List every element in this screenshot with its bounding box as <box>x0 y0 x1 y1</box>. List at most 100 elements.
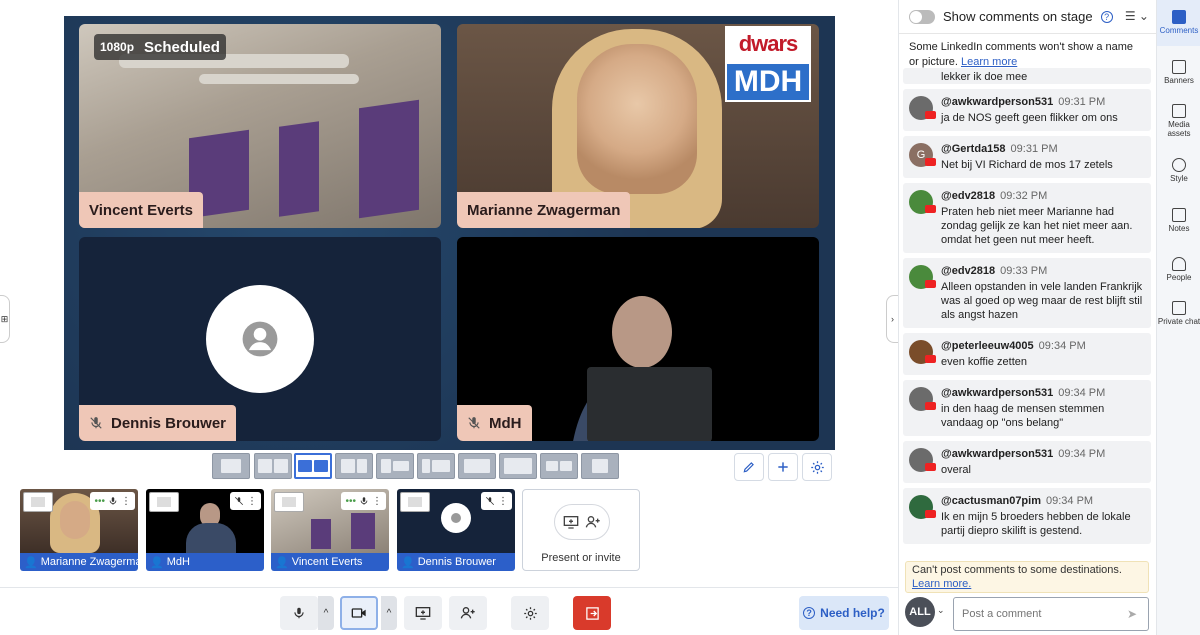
name-tag-label: Vincent Everts <box>89 201 193 219</box>
invite-guest-button[interactable] <box>449 596 487 630</box>
thumb-controls[interactable]: ••• ⋮ <box>341 492 386 510</box>
edit-button[interactable] <box>734 453 764 481</box>
share-screen-button[interactable] <box>404 596 442 630</box>
backstage-thumb[interactable]: ••• ⋮ 👤 Vincent Everts <box>271 489 389 571</box>
comment-item: @edv2818 09:32 PM Praten heb niet meer Ma… <box>903 183 1151 253</box>
warning-learn-more-link[interactable]: Learn more. <box>912 578 971 590</box>
stage-tile-marianne[interactable]: dwars MDH Marianne Zwagerman <box>457 24 819 228</box>
layout-leader-button[interactable] <box>376 453 414 479</box>
comment-user: @awkwardperson531 <box>941 448 1054 460</box>
destination-selector[interactable]: ALL <box>905 597 935 627</box>
sidebar-item-label: Notes <box>1168 224 1190 233</box>
mic-off-icon[interactable] <box>234 496 244 506</box>
layout-single-button[interactable] <box>581 453 619 479</box>
logo-top: dwars <box>725 26 811 62</box>
comment-user: @edv2818 <box>941 265 996 277</box>
mic-icon[interactable] <box>359 496 369 506</box>
comment-input[interactable] <box>953 597 1149 631</box>
bottom-controls: ^ ^ ? Need help? <box>0 587 898 635</box>
stage-settings-button[interactable] <box>802 453 832 481</box>
more-icon[interactable]: ⋮ <box>121 496 131 507</box>
layout-cinema-button[interactable] <box>540 453 578 479</box>
backstage-thumb[interactable]: ⋮ 👤 MdH <box>146 489 264 571</box>
comment-time: 09:34 PM <box>1058 387 1106 399</box>
comment-time: 09:34 PM <box>1038 340 1086 352</box>
audio-level-icon: ••• <box>345 495 356 507</box>
left-panel-toggle[interactable]: ⊞ <box>0 295 10 343</box>
comment-icon <box>1172 10 1186 24</box>
stage-tile-dennis[interactable]: Dennis Brouwer <box>79 237 441 441</box>
thumb-label: 👤 Vincent Everts <box>271 553 389 571</box>
banner-icon <box>1172 60 1186 74</box>
show-comments-toggle[interactable] <box>909 9 935 24</box>
laptop-graphic <box>587 367 712 441</box>
backstage-thumb[interactable]: ⋮ 👤 Dennis Brouwer <box>397 489 515 571</box>
people-icon <box>1172 257 1186 271</box>
layout-full-button[interactable] <box>499 453 537 479</box>
add-to-stage-icon[interactable] <box>23 492 53 512</box>
filter-settings-icon[interactable]: ☰ ⌄ <box>1125 9 1149 23</box>
banner-graphic <box>279 121 319 217</box>
camera-options-caret[interactable]: ^ <box>381 596 397 630</box>
mic-icon[interactable] <box>108 496 118 506</box>
add-button[interactable] <box>768 453 798 481</box>
sidebar-item-notes[interactable]: Notes <box>1157 208 1200 233</box>
camera-button[interactable] <box>340 596 378 630</box>
brand-logo: dwars MDH <box>725 26 811 106</box>
sidebar-item-label: People <box>1166 273 1192 282</box>
media-icon <box>1172 104 1186 118</box>
thumb-controls[interactable]: ⋮ <box>481 492 512 510</box>
present-or-invite-card[interactable]: Present or invite <box>522 489 640 571</box>
stage-tile-mdh[interactable]: MdH <box>457 237 819 441</box>
more-icon[interactable]: ⋮ <box>498 496 508 507</box>
comments-header: Show comments on stage ? ☰ ⌄ <box>899 0 1157 34</box>
sidebar-item-banners[interactable]: Banners <box>1157 60 1200 85</box>
layout-split-button[interactable] <box>254 453 292 479</box>
layout-solo-button[interactable] <box>212 453 250 479</box>
comment-item: @awkwardperson531 09:31 PM ja de NOS geef… <box>903 89 1151 131</box>
comment-time: 09:31 PM <box>1010 143 1058 155</box>
name-tag-label: MdH <box>489 414 522 432</box>
sidebar-item-media-assets[interactable]: Media assets <box>1157 104 1200 138</box>
status-badge: Scheduled <box>144 38 220 56</box>
sidebar-item-style[interactable]: Style <box>1157 158 1200 183</box>
send-icon[interactable]: ➤ <box>1127 607 1137 621</box>
layout-grid-button[interactable] <box>294 453 332 479</box>
add-to-stage-icon[interactable] <box>149 492 179 512</box>
need-help-button[interactable]: ? Need help? <box>799 596 889 630</box>
sidebar-item-label: Comments <box>1159 26 1199 35</box>
stage-tile-vincent[interactable]: 1080p Scheduled Vincent Everts <box>79 24 441 228</box>
settings-button[interactable] <box>511 596 549 630</box>
add-to-stage-icon[interactable] <box>400 492 430 512</box>
help-icon[interactable]: ? <box>1100 10 1113 23</box>
layout-side-button[interactable] <box>458 453 496 479</box>
mic-options-caret[interactable]: ^ <box>318 596 334 630</box>
comment-user: @peterleeuw4005 <box>941 340 1034 352</box>
sidebar-item-label: Media assets <box>1167 120 1191 138</box>
layout-toolbar <box>64 450 835 484</box>
layout-pip-button[interactable] <box>417 453 455 479</box>
more-icon[interactable]: ⋮ <box>247 496 257 507</box>
sidebar-item-comments[interactable]: Comments <box>1157 0 1200 46</box>
comment-time: 09:33 PM <box>1000 265 1048 277</box>
thumb-controls[interactable]: ⋮ <box>230 492 261 510</box>
sidebar-item-private-chat[interactable]: Private chat <box>1157 301 1200 326</box>
comment-text: Ik en mijn 5 broeders hebben de lokale p… <box>941 511 1131 537</box>
comment-text: Net bij VI Richard de mos 17 zetels <box>941 159 1113 171</box>
chevron-down-icon[interactable]: ⌄ <box>937 605 945 616</box>
sidebar-item-people[interactable]: People <box>1157 257 1200 282</box>
add-to-stage-icon[interactable] <box>274 492 304 512</box>
layout-group-button[interactable] <box>335 453 373 479</box>
mic-button[interactable] <box>280 596 318 630</box>
leave-studio-button[interactable] <box>573 596 611 630</box>
mic-off-icon[interactable] <box>485 496 495 506</box>
youtube-icon <box>925 158 936 166</box>
comment-text: overal <box>941 464 971 476</box>
stream-badges: 1080p Scheduled <box>94 34 226 60</box>
thumb-controls[interactable]: ••• ⋮ <box>90 492 135 510</box>
comment-item: @cactusman07pim 09:34 PM Ik en mijn 5 bro… <box>903 488 1151 544</box>
collapse-panel-button[interactable]: › <box>886 295 898 343</box>
comment-text: lekker ik doe mee <box>941 71 1028 83</box>
more-icon[interactable]: ⋮ <box>372 496 382 507</box>
backstage-thumb[interactable]: ••• ⋮ 👤 Marianne Zwagerman... <box>20 489 138 571</box>
